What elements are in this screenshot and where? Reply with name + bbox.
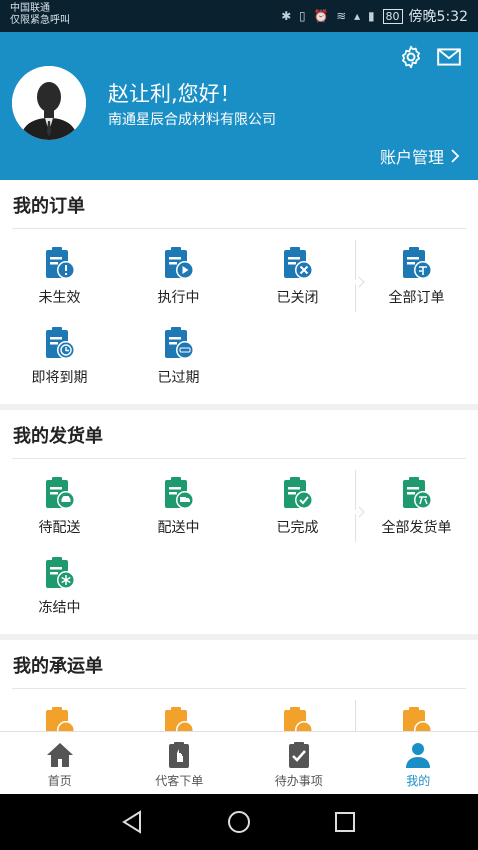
system-nav-bar [0, 794, 478, 850]
tab-label: 我的 [406, 774, 431, 788]
clipboard-exclamation-icon [45, 247, 75, 279]
order-in-progress[interactable]: 执行中 [119, 246, 238, 307]
order-closed[interactable]: 已关闭 [238, 246, 357, 307]
shipment-item-label: 冻结中 [38, 600, 81, 616]
shipments-section: 我的发货单 待配送 配送中 已完成 全部发货单 冻结中 [0, 410, 478, 634]
order-not-effective[interactable]: 未生效 [0, 246, 119, 307]
shipment-item-label: 全部发货单 [381, 520, 452, 536]
status-bar: 中国联通 仅限紧急呼叫 ✱ ▯ ⏰ ≋ ▴ ▮ 80 傍晚5:32 [0, 0, 478, 32]
tab-label: 代客下单 [155, 774, 204, 788]
tab-label: 待办事项 [274, 774, 323, 788]
tab-label: 首页 [47, 774, 72, 788]
shipment-pending[interactable]: 待配送 [0, 476, 119, 537]
gear-icon[interactable] [398, 44, 424, 70]
clipboard-hand-icon [169, 742, 190, 768]
chevron-right-icon [451, 149, 460, 163]
carrier-name: 中国联通 [10, 3, 50, 14]
clock: 傍晚5:32 [408, 9, 468, 25]
profile-header: 赵让利,您好！ 南通星辰合成材料有限公司 账户管理 [0, 32, 478, 180]
carrier-status: 仅限紧急呼叫 [10, 15, 70, 26]
divider [12, 458, 466, 459]
orders-section: 我的订单 未生效 执行中 已关闭 全部订单 即将到期 已过期 [0, 180, 478, 404]
clipboard-ship-icon [402, 477, 432, 509]
account-management-link[interactable]: 账户管理 [380, 144, 460, 168]
order-expired[interactable]: 已过期 [119, 326, 238, 387]
order-item-label: 已关闭 [276, 290, 319, 306]
mail-icon[interactable] [436, 44, 462, 70]
clipboard-icon [283, 707, 313, 731]
order-item-label: 即将到期 [31, 370, 88, 386]
home-button-icon[interactable] [225, 808, 253, 836]
account-management-label: 账户管理 [379, 148, 444, 167]
home-icon [46, 743, 73, 767]
clipboard-snowflake-icon [45, 557, 75, 589]
carriage-item-4[interactable] [357, 706, 476, 731]
clipboard-check-icon [288, 742, 309, 768]
divider [12, 228, 466, 229]
person-icon [406, 743, 431, 768]
carriage-item-3[interactable] [238, 706, 357, 731]
status-icons: ✱ ▯ ⏰ ≋ ▴ ▮ [281, 9, 377, 23]
clipboard-icon [164, 707, 194, 731]
battery-indicator: 80 [382, 8, 403, 24]
clipboard-car-icon [45, 477, 75, 509]
order-item-label: 未生效 [38, 290, 81, 306]
clipboard-expired-icon [164, 327, 194, 359]
carriage-item-1[interactable] [0, 706, 119, 731]
shipment-all[interactable]: 全部发货单 [357, 476, 476, 537]
order-all[interactable]: 全部订单 [357, 246, 476, 307]
shipment-item-label: 待配送 [38, 520, 81, 536]
shipment-item-label: 配送中 [157, 520, 200, 536]
header-actions [398, 44, 462, 70]
shipment-completed[interactable]: 已完成 [238, 476, 357, 537]
order-expiring-soon[interactable]: 即将到期 [0, 326, 119, 387]
carriage-section: 我的承运单 [0, 640, 478, 731]
user-silhouette-icon [12, 66, 86, 140]
clipboard-close-icon [283, 247, 313, 279]
section-title-carriage: 我的承运单 [13, 656, 103, 677]
shipment-item-label: 已完成 [276, 520, 319, 536]
back-icon[interactable] [118, 808, 146, 836]
status-indicators: ✱ ▯ ⏰ ≋ ▴ ▮ 80 傍晚5:32 [281, 6, 468, 26]
order-item-label: 全部订单 [388, 290, 445, 306]
shipment-frozen[interactable]: 冻结中 [0, 556, 119, 617]
greeting-text: 赵让利,您好！ [108, 82, 241, 106]
clipboard-play-icon [164, 247, 194, 279]
section-title-orders: 我的订单 [13, 196, 85, 217]
shipment-delivering[interactable]: 配送中 [119, 476, 238, 537]
clipboard-clock-icon [45, 327, 75, 359]
bottom-tab-bar: 首页 代客下单 待办事项 我的 [0, 731, 478, 794]
clipboard-order-icon [402, 247, 432, 279]
divider [12, 688, 466, 689]
avatar[interactable] [12, 66, 86, 140]
tab-mine[interactable]: 我的 [359, 732, 478, 794]
clipboard-truck-icon [164, 477, 194, 509]
order-item-label: 已过期 [157, 370, 200, 386]
clipboard-icon [45, 707, 75, 731]
tab-proxy-order[interactable]: 代客下单 [120, 732, 240, 794]
tab-home[interactable]: 首页 [0, 732, 120, 794]
clipboard-check-icon [283, 477, 313, 509]
recents-icon[interactable] [331, 808, 359, 836]
tab-todo[interactable]: 待办事项 [239, 732, 359, 794]
order-item-label: 执行中 [157, 290, 200, 306]
section-title-shipments: 我的发货单 [13, 426, 103, 447]
company-name: 南通星辰合成材料有限公司 [108, 112, 276, 128]
carrier-info: 中国联通 仅限紧急呼叫 [10, 3, 70, 27]
clipboard-icon [402, 707, 432, 731]
carriage-item-2[interactable] [119, 706, 238, 731]
